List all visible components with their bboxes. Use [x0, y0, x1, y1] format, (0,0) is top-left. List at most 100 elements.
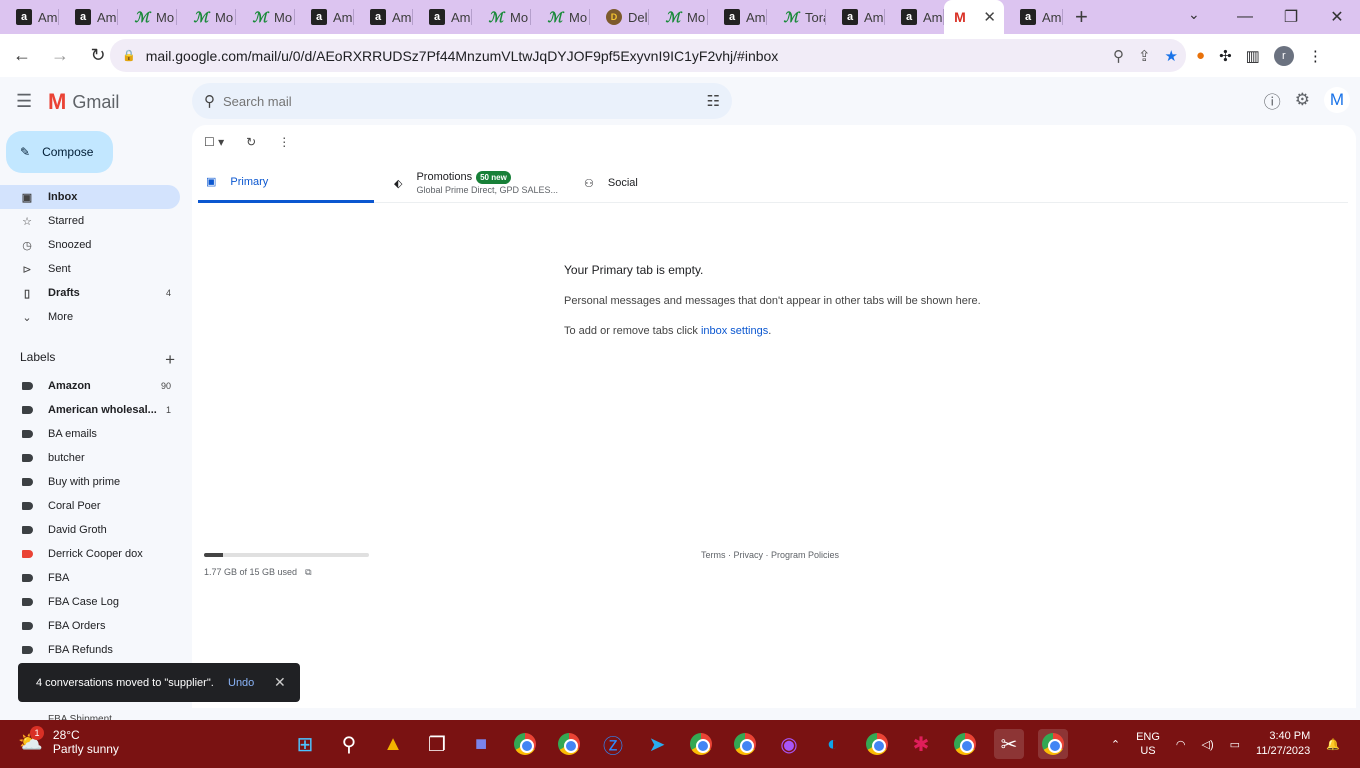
refresh-icon[interactable]: ↻ — [246, 135, 256, 149]
search-icon[interactable]: ⚲ — [204, 92, 215, 110]
browser-tab[interactable]: ℳ Tora — [767, 0, 826, 34]
help-icon[interactable]: ⓘ — [1264, 88, 1281, 113]
close-tab-icon[interactable]: ✕ — [983, 8, 996, 26]
browser-tab[interactable]: ℳ Mo — [531, 0, 590, 34]
tab-search-icon[interactable]: ⌄ — [1188, 6, 1200, 23]
slack-icon[interactable]: ✱ — [906, 729, 936, 759]
chrome-icon[interactable] — [510, 729, 540, 759]
terms-link[interactable]: Terms — [701, 550, 726, 560]
share-icon[interactable]: ⇪ — [1138, 47, 1151, 65]
select-all-checkbox[interactable]: ☐ ▾ — [204, 135, 224, 149]
back-button[interactable]: ← — [6, 40, 38, 72]
undo-button[interactable]: Undo — [228, 677, 254, 689]
new-tab-button[interactable]: + — [1075, 0, 1088, 34]
chrome-icon[interactable] — [862, 729, 892, 759]
label-item[interactable]: David Groth — [0, 518, 180, 542]
add-label-button[interactable]: + — [165, 350, 175, 370]
tab-promotions[interactable]: ⬖ Promotions 50 new Global Prime Direct, … — [394, 163, 574, 203]
browser-tab[interactable]: ℳ Mo — [118, 0, 177, 34]
main-menu-icon[interactable]: ☰ — [16, 91, 32, 112]
label-item[interactable]: Amazon 90 — [0, 374, 180, 398]
telegram-icon[interactable]: ➤ — [642, 729, 672, 759]
browser-tab[interactable]: ℳ Mo — [177, 0, 236, 34]
extension-icon[interactable]: ● — [1196, 47, 1205, 64]
sidebar-item-more[interactable]: ⌄ More — [0, 305, 180, 329]
open-external-icon[interactable]: ⧉ — [305, 567, 311, 578]
chevron-up-icon[interactable]: ⌃ — [1111, 738, 1120, 751]
browser-tab[interactable]: a Am — [885, 0, 944, 34]
browser-tab[interactable]: a Am — [59, 0, 118, 34]
restore-button[interactable]: ❐ — [1268, 7, 1314, 27]
label-item[interactable]: American wholesal... 1 — [0, 398, 180, 422]
notification-bell-icon[interactable]: 🔔 — [1326, 738, 1340, 751]
browser-tab[interactable]: a Am — [0, 0, 59, 34]
clock[interactable]: 3:40 PM 11/27/2023 — [1256, 729, 1310, 759]
label-item[interactable]: BA emails — [0, 422, 180, 446]
app-icon[interactable]: ▲ — [378, 729, 408, 759]
browser-tab[interactable]: a Am — [708, 0, 767, 34]
battery-icon[interactable]: ▭ — [1230, 738, 1240, 751]
messenger-icon[interactable]: ◉ — [774, 729, 804, 759]
browser-tab[interactable]: ℳ Mo — [649, 0, 708, 34]
chrome-icon[interactable] — [950, 729, 980, 759]
label-item[interactable]: Coral Poer — [0, 494, 180, 518]
sidebar-item-sent[interactable]: ⊳ Sent — [0, 257, 180, 281]
sidebar-item-inbox[interactable]: ▣ Inbox — [0, 185, 180, 209]
browser-tab[interactable]: a Am — [354, 0, 413, 34]
volume-icon[interactable]: ◁) — [1202, 738, 1214, 751]
minimize-button[interactable]: — — [1222, 8, 1268, 26]
tab-social[interactable]: ⚇ Social — [584, 163, 704, 203]
side-panel-icon[interactable]: ▥ — [1246, 47, 1260, 65]
program-policies-link[interactable]: Program Policies — [771, 550, 839, 560]
weather-widget[interactable]: ⛅ 1 28°C Partly sunny — [18, 726, 119, 756]
close-window-button[interactable]: ✕ — [1314, 7, 1360, 27]
browser-tab[interactable]: ℳ Mo — [472, 0, 531, 34]
forward-button[interactable]: → — [44, 40, 76, 72]
label-item[interactable]: Buy with prime — [0, 470, 180, 494]
zoom-icon[interactable]: ⚲ — [1113, 47, 1124, 65]
label-item[interactable]: butcher — [0, 446, 180, 470]
label-item[interactable]: FBA Orders — [0, 614, 180, 638]
chrome-icon[interactable] — [1038, 729, 1068, 759]
privacy-link[interactable]: Privacy — [734, 550, 764, 560]
language-indicator[interactable]: ENG US — [1136, 730, 1160, 758]
label-item[interactable]: Derrick Cooper dox — [0, 542, 180, 566]
meet-icon[interactable]: ■ — [466, 729, 496, 759]
wifi-icon[interactable]: ◠ — [1176, 738, 1186, 751]
inbox-settings-link[interactable]: inbox settings — [701, 325, 768, 337]
profile-avatar[interactable]: r — [1273, 45, 1294, 66]
search-input[interactable] — [223, 93, 683, 109]
label-item[interactable]: FBA Refunds — [0, 638, 180, 662]
browser-tab[interactable]: D Deli — [590, 0, 649, 34]
browser-tab[interactable]: a Am — [1004, 0, 1063, 34]
sidebar-item-snoozed[interactable]: ◷ Snoozed — [0, 233, 180, 257]
task-view-icon[interactable]: ❐ — [422, 729, 452, 759]
account-avatar[interactable]: M — [1324, 87, 1350, 113]
chrome-menu-icon[interactable]: ⋮ — [1308, 47, 1323, 65]
compose-button[interactable]: ✎ Compose — [6, 131, 113, 173]
gmail-logo[interactable]: M Gmail — [48, 89, 119, 115]
label-item[interactable]: FBA Case Log — [0, 590, 180, 614]
edge-icon[interactable]: ◐ — [818, 729, 848, 759]
browser-tab[interactable]: ℳ Mo — [236, 0, 295, 34]
start-icon[interactable]: ⊞ — [290, 729, 320, 759]
address-bar[interactable]: 🔒 mail.google.com/mail/u/0/d/AEoRXRRUDSz… — [110, 39, 1186, 72]
search-options-icon[interactable]: ☷ — [707, 92, 720, 110]
sidebar-item-starred[interactable]: ☆ Starred — [0, 209, 180, 233]
chrome-icon[interactable] — [730, 729, 760, 759]
browser-tab[interactable]: a Am — [413, 0, 472, 34]
sidebar-item-drafts[interactable]: ▯ Drafts 4 — [0, 281, 180, 305]
tab-primary[interactable]: ▣ Primary — [198, 163, 374, 203]
search-icon[interactable]: ⚲ — [334, 729, 364, 759]
browser-tab[interactable]: M ✕ — [944, 0, 1004, 34]
chrome-icon[interactable] — [686, 729, 716, 759]
more-actions-icon[interactable]: ⋮ — [278, 135, 290, 149]
puzzle-icon[interactable]: ✣ — [1219, 47, 1232, 65]
browser-tab[interactable]: a Am — [295, 0, 354, 34]
close-snackbar-icon[interactable]: ✕ — [274, 674, 286, 691]
browser-tab[interactable]: a Am — [826, 0, 885, 34]
bookmark-star-icon[interactable]: ★ — [1165, 47, 1178, 65]
chrome-icon[interactable] — [554, 729, 584, 759]
zoom-app-icon[interactable]: Ⓩ — [598, 729, 628, 759]
snipping-tool-icon[interactable]: ✂ — [994, 729, 1024, 759]
